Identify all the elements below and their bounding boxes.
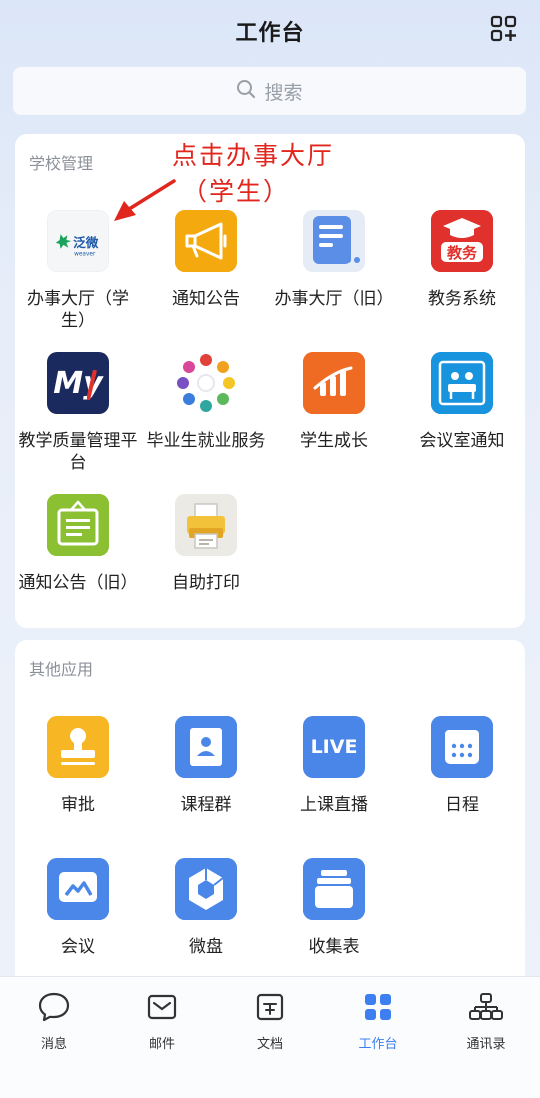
app-label: 办事大厅（学生） xyxy=(27,289,129,331)
document-list-icon xyxy=(303,210,365,272)
tab-workbench[interactable]: 工作台 xyxy=(324,991,432,1052)
app-label: 课程群 xyxy=(180,795,232,815)
mail-icon xyxy=(108,991,216,1023)
tab-label: 通讯录 xyxy=(466,1037,506,1052)
app-label: 通知公告（旧） xyxy=(18,573,138,593)
app-label: 会议 xyxy=(61,937,95,957)
app-tile-approval[interactable]: 审批 xyxy=(14,716,142,816)
app-tile-service-hall-student[interactable]: 泛微 weaver 办事大厅（学生） xyxy=(14,210,142,332)
tab-mail[interactable]: 邮件 xyxy=(108,991,216,1052)
tab-label: 邮件 xyxy=(148,1037,175,1052)
app-tile-meeting-room-notice[interactable]: 会议室通知 xyxy=(398,352,526,452)
app-label: 收集表 xyxy=(308,937,360,957)
cube-drive-icon xyxy=(175,858,237,920)
app-label: 毕业生就业服务 xyxy=(146,431,266,451)
tab-label: 消息 xyxy=(40,1037,67,1052)
contacts-book-icon xyxy=(175,716,237,778)
app-tile-self-print[interactable]: 自助打印 xyxy=(142,494,270,594)
app-label: 自助打印 xyxy=(172,573,240,593)
annotation-line-1: 点击办事大厅 xyxy=(172,141,335,170)
app-tile-graduate-employment[interactable]: 毕业生就业服务 xyxy=(142,352,270,452)
app-label: 上课直播 xyxy=(300,795,368,815)
app-tile-academic-system[interactable]: 教务 教务系统 xyxy=(398,210,526,310)
section-title-other: 其他应用 xyxy=(29,660,94,679)
app-label: 微盘 xyxy=(189,937,223,957)
app-tile-micro-drive[interactable]: 微盘 xyxy=(142,858,270,958)
section-title-school: 学校管理 xyxy=(29,154,94,173)
app-label: 办事大厅（旧） xyxy=(274,289,394,309)
app-tile-teaching-quality[interactable]: My 教学质量管理平台 xyxy=(14,352,142,474)
annotation-line-2: （学生） xyxy=(182,177,291,206)
tab-label: 文档 xyxy=(256,1037,283,1052)
search-icon xyxy=(236,79,256,103)
app-label: 学生成长 xyxy=(300,431,368,451)
bottom-tab-bar: 消息 邮件 文档 工作台 通讯录 xyxy=(0,976,540,1098)
page-title: 工作台 xyxy=(235,21,305,46)
app-label: 日程 xyxy=(445,795,479,815)
app-tile-schedule[interactable]: 日程 xyxy=(398,716,526,816)
graduation-cap-icon: 教务 xyxy=(431,210,493,272)
my-logo-icon: My xyxy=(47,352,109,414)
app-label: 教务系统 xyxy=(428,289,496,309)
app-tile-live-class[interactable]: LIVE 上课直播 xyxy=(270,716,398,816)
collection-form-icon xyxy=(303,858,365,920)
app-label: 会议室通知 xyxy=(419,431,505,451)
chat-bubble-icon xyxy=(0,991,108,1023)
people-circle-icon xyxy=(175,352,237,414)
tab-messages[interactable]: 消息 xyxy=(0,991,108,1052)
document-icon xyxy=(216,991,324,1023)
stamp-icon xyxy=(47,716,109,778)
app-tile-notice-old[interactable]: 通知公告（旧） xyxy=(14,494,142,594)
top-bar: 工作台 xyxy=(0,0,540,62)
app-label: 通知公告 xyxy=(172,289,240,309)
workbench-grid-icon xyxy=(324,991,432,1023)
badge-academic: 教务 xyxy=(446,243,477,262)
badge-live: LIVE xyxy=(310,736,358,758)
grid-plus-icon[interactable] xyxy=(490,15,518,43)
printer-icon xyxy=(175,494,237,556)
tab-label: 工作台 xyxy=(358,1037,398,1052)
megaphone-icon xyxy=(175,210,237,272)
search-input[interactable]: 搜索 xyxy=(13,67,526,115)
app-label: 教学质量管理平台 xyxy=(18,431,138,473)
growth-chart-icon xyxy=(303,352,365,414)
app-tile-collection-form[interactable]: 收集表 xyxy=(270,858,398,958)
svg-text:泛微: 泛微 xyxy=(73,235,99,250)
app-tile-notice[interactable]: 通知公告 xyxy=(142,210,270,310)
notice-board-icon xyxy=(47,494,109,556)
tab-contacts[interactable]: 通讯录 xyxy=(432,991,540,1052)
calendar-icon xyxy=(431,716,493,778)
meeting-icon xyxy=(47,858,109,920)
org-chart-icon xyxy=(432,991,540,1023)
search-placeholder: 搜索 xyxy=(264,81,303,104)
app-tile-service-hall-old[interactable]: 办事大厅（旧） xyxy=(270,210,398,310)
tab-documents[interactable]: 文档 xyxy=(216,991,324,1052)
svg-text:weaver: weaver xyxy=(74,252,96,258)
fanwei-weaver-logo: 泛微 weaver xyxy=(47,210,109,272)
app-tile-course-group[interactable]: 课程群 xyxy=(142,716,270,816)
meeting-room-icon xyxy=(431,352,493,414)
live-icon: LIVE xyxy=(303,716,365,778)
app-label: 审批 xyxy=(61,795,95,815)
app-tile-student-growth[interactable]: 学生成长 xyxy=(270,352,398,452)
app-tile-meeting[interactable]: 会议 xyxy=(14,858,142,958)
